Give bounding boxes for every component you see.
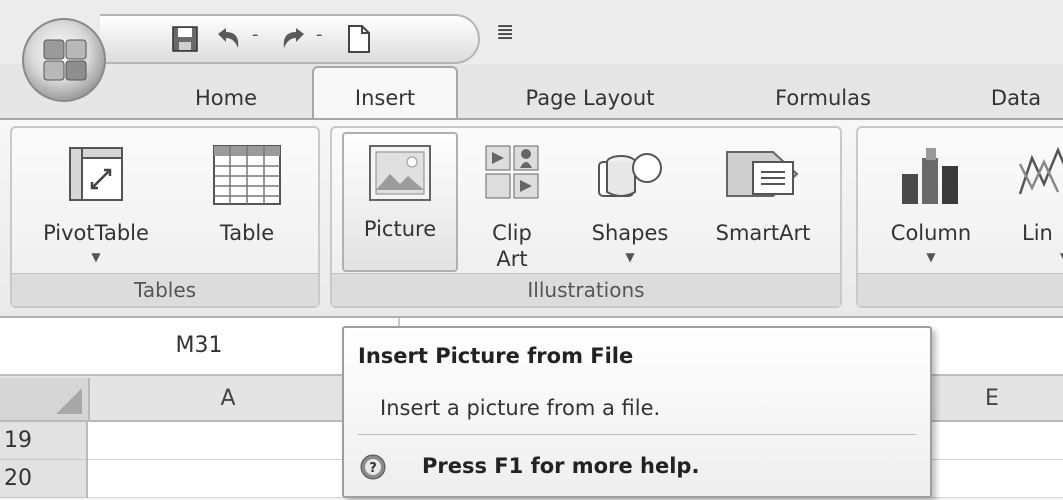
ribbon: PivotTable ▼ Table Tables Picture Clip A… bbox=[0, 118, 1063, 318]
shapes-button[interactable]: Shapes ▼ bbox=[570, 134, 690, 274]
svg-text:?: ? bbox=[369, 461, 377, 476]
redo-icon[interactable] bbox=[276, 24, 310, 54]
smartart-icon bbox=[726, 151, 799, 197]
shapes-icon bbox=[598, 153, 662, 197]
group-label-illustrations: Illustrations bbox=[332, 273, 840, 306]
row-header-19[interactable]: 19 bbox=[0, 422, 88, 460]
customize-dropdown-icon[interactable]: ≣ bbox=[496, 20, 514, 45]
table-button[interactable]: Table bbox=[192, 134, 302, 274]
chevron-down-icon: ▼ bbox=[625, 250, 635, 264]
column-chart-button[interactable]: Column ▼ bbox=[866, 134, 996, 274]
clip-art-button[interactable]: Clip Art bbox=[466, 134, 558, 274]
select-all-corner[interactable] bbox=[0, 378, 90, 420]
help-icon: ? bbox=[360, 454, 386, 480]
ribbon-tabs: Home Insert Page Layout Formulas Data bbox=[0, 64, 1063, 122]
pivottable-label: PivotTable bbox=[43, 221, 149, 245]
tooltip-help-text: Press F1 for more help. bbox=[422, 454, 700, 478]
group-illustrations: Picture Clip Art Shapes ▼ SmartArt Illus… bbox=[330, 126, 842, 308]
name-box[interactable]: M31 bbox=[0, 318, 400, 374]
undo-dropdown-icon[interactable]: - bbox=[252, 24, 259, 45]
group-tables: PivotTable ▼ Table Tables bbox=[10, 126, 320, 308]
row-header-20[interactable]: 20 bbox=[0, 460, 88, 498]
tab-data[interactable]: Data bbox=[966, 78, 1063, 118]
line-chart-icon bbox=[1018, 146, 1063, 195]
line-label: Lin bbox=[1022, 221, 1053, 245]
redo-dropdown-icon[interactable]: - bbox=[316, 24, 323, 45]
shapes-label: Shapes bbox=[591, 221, 669, 245]
picture-button[interactable]: Picture bbox=[342, 132, 458, 272]
save-icon[interactable] bbox=[170, 24, 200, 54]
tooltip-description: Insert a picture from a file. bbox=[380, 396, 661, 420]
tab-home[interactable]: Home bbox=[166, 78, 286, 118]
tooltip: Insert Picture from File Insert a pictur… bbox=[342, 326, 932, 498]
line-chart-button[interactable]: Lin ▼ bbox=[1008, 134, 1063, 274]
new-document-icon[interactable] bbox=[346, 24, 372, 54]
group-charts: Column ▼ Lin ▼ bbox=[856, 126, 1063, 308]
column-label: Column bbox=[890, 221, 972, 245]
group-label-charts bbox=[858, 273, 1063, 306]
tab-page-layout[interactable]: Page Layout bbox=[500, 78, 680, 118]
clip-art-icon bbox=[485, 145, 539, 199]
clip-art-label-line1: Clip bbox=[492, 221, 532, 245]
quick-access-toolbar: - - bbox=[100, 14, 480, 64]
select-all-triangle-icon bbox=[56, 388, 82, 414]
column-chart-icon bbox=[902, 148, 958, 204]
chevron-down-icon: ▼ bbox=[926, 250, 936, 264]
clip-art-label-line2: Art bbox=[496, 247, 528, 271]
smartart-button[interactable]: SmartArt bbox=[698, 134, 828, 274]
chevron-down-icon: ▼ bbox=[91, 250, 101, 264]
column-header-e[interactable]: E bbox=[932, 378, 1052, 420]
office-logo-icon bbox=[43, 39, 87, 81]
table-icon bbox=[213, 145, 281, 205]
tooltip-title: Insert Picture from File bbox=[358, 344, 634, 368]
column-header-a[interactable]: A bbox=[88, 378, 368, 420]
table-label: Table bbox=[219, 221, 275, 245]
office-button[interactable] bbox=[22, 18, 106, 102]
group-label-tables: Tables bbox=[12, 273, 318, 306]
pivottable-icon bbox=[69, 147, 123, 201]
picture-label: Picture bbox=[363, 217, 437, 241]
tooltip-divider bbox=[358, 434, 916, 435]
picture-icon bbox=[369, 145, 431, 201]
tab-formulas[interactable]: Formulas bbox=[748, 78, 898, 118]
smartart-label: SmartArt bbox=[715, 221, 811, 245]
tab-insert[interactable]: Insert bbox=[320, 78, 450, 118]
undo-icon[interactable] bbox=[212, 24, 246, 54]
pivottable-button[interactable]: PivotTable ▼ bbox=[26, 134, 166, 274]
